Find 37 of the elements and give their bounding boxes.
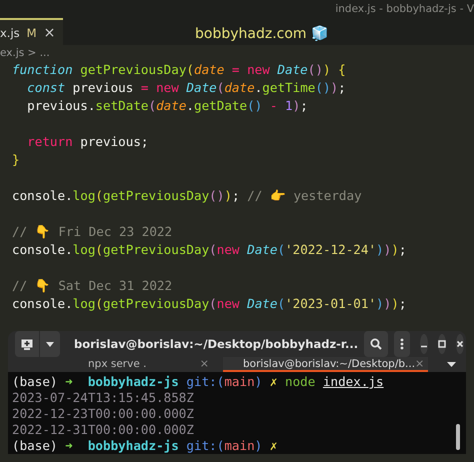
search-icon (370, 338, 382, 350)
new-tab-button[interactable] (15, 331, 39, 358)
editor-tab[interactable]: x.js M × (0, 18, 64, 46)
code-line: const previous = new Date(date.getTime()); (26, 79, 346, 98)
terminal-line: 2022-12-23T00:00:00.000Z (12, 406, 194, 422)
code-line: function getPreviousDay(date = new Date()) { (12, 61, 346, 80)
code-line: // 👇 Fri Dec 23 2022 (12, 223, 172, 242)
code-line: previous.setDate(date.getDate() - 1); (26, 97, 308, 116)
menu-icon (400, 338, 404, 350)
menu-button[interactable] (394, 331, 410, 358)
terminal-line: 2023-07-24T13:15:45.858Z (12, 390, 194, 406)
site-title: bobbyhadz.com 🧊 (195, 25, 328, 42)
minimize-button[interactable] (420, 334, 428, 354)
window-title: index.js - bobbyhadz-js - V (335, 3, 474, 16)
terminal-line: 2022-12-31T00:00:00.000Z (12, 422, 194, 438)
close-button[interactable] (456, 334, 464, 354)
code-line: // 👇 Sat Dec 31 2022 (12, 277, 172, 296)
search-button[interactable] (364, 331, 388, 358)
terminal-title: borislav@borislav:~/Desktop/bobbyhadz-r... (74, 337, 358, 352)
dropdown-button[interactable] (39, 331, 60, 358)
maximize-icon (438, 340, 446, 348)
code-line: console.log(getPreviousDay(new Date('2022-12-24'))); (12, 241, 406, 260)
terminal-tab[interactable]: npx serve . × (8, 357, 223, 372)
caret-icon (46, 342, 54, 347)
code-line: return previous; (26, 133, 148, 152)
close-icon (456, 340, 464, 348)
new-terminal-icon (21, 338, 33, 350)
caret-icon[interactable] (447, 362, 456, 368)
maximize-button[interactable] (438, 334, 446, 354)
terminal-line: (base) ➜ bobbyhadz-js git:(main) ✗ node index.js (12, 374, 384, 390)
scrollbar[interactable] (456, 424, 460, 450)
terminal-tab[interactable]: borislav@borislav:~/Desktop/b...× (223, 357, 428, 372)
code-line: } (12, 151, 20, 170)
breadcrumb: ex.js > ... (0, 46, 51, 62)
code-line: console.log(getPreviousDay()); // 👉 yesterday (12, 187, 362, 206)
terminal-line: (base) ➜ bobbyhadz-js git:(main) ✗ (12, 438, 278, 454)
code-line: console.log(getPreviousDay(new Date('2023-01-01'))); (12, 295, 406, 314)
